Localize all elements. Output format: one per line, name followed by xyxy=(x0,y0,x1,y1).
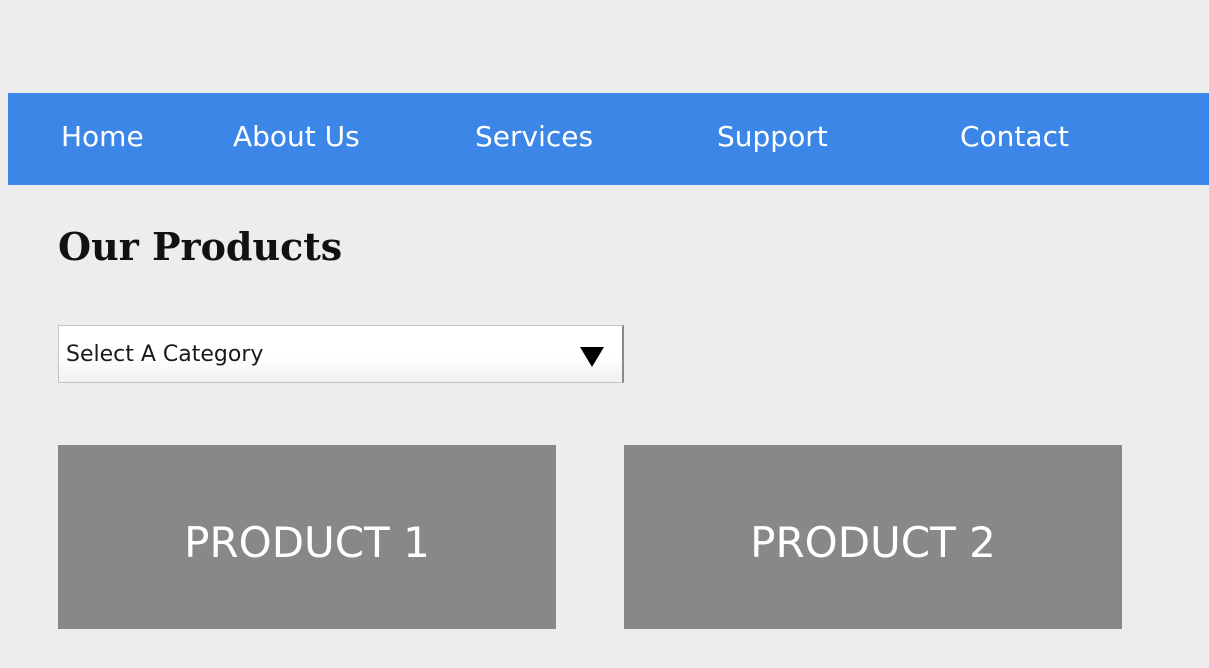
nav-item-home[interactable]: Home xyxy=(61,93,144,185)
nav-item-support[interactable]: Support xyxy=(717,93,828,185)
nav-item-about-us[interactable]: About Us xyxy=(233,93,360,185)
main-navbar: Home About Us Services Support Contact xyxy=(8,93,1209,185)
product-card-label: PRODUCT 1 xyxy=(184,518,430,567)
category-select[interactable]: Select A Category xyxy=(58,325,624,383)
nav-item-services[interactable]: Services xyxy=(475,93,593,185)
triangle-down-icon xyxy=(580,347,604,367)
product-card-label: PRODUCT 2 xyxy=(750,518,996,567)
page-title: Our Products xyxy=(58,224,343,269)
nav-item-contact[interactable]: Contact xyxy=(960,93,1069,185)
product-card-1[interactable]: PRODUCT 1 xyxy=(58,445,556,629)
product-card-2[interactable]: PRODUCT 2 xyxy=(624,445,1122,629)
category-select-value: Select A Category xyxy=(66,342,264,367)
